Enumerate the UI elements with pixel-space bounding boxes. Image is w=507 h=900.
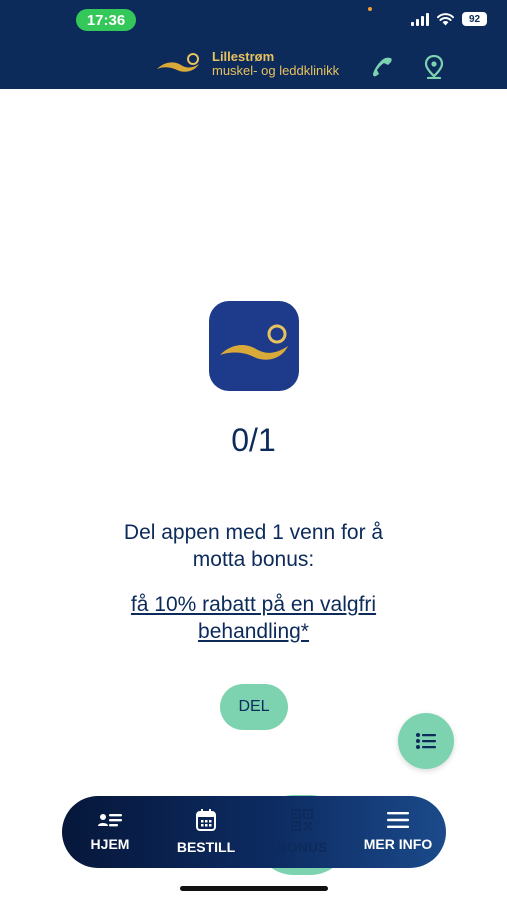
nav-label-bonus: BONUS <box>276 839 328 855</box>
home-indicator[interactable] <box>180 886 328 891</box>
home-card-icon <box>98 814 122 827</box>
qr-code-icon <box>291 809 313 831</box>
app-logo-icon <box>209 301 299 391</box>
privacy-indicator <box>368 7 372 11</box>
brand-name: Lillestrøm <box>212 49 275 64</box>
menu-icon <box>387 812 409 828</box>
clinic-logo[interactable]: Lillestrøm muskel- og leddklinikk <box>155 50 339 78</box>
nav-item-bestill[interactable]: BESTILL <box>158 796 254 868</box>
app-header: 17:36 92 Lillestrøm muskel- og leddklini… <box>0 0 507 89</box>
list-icon <box>416 733 436 749</box>
phone-icon[interactable] <box>370 55 394 79</box>
bonus-screen: 17:36 92 Lillestrøm muskel- og leddklini… <box>0 0 507 900</box>
wifi-icon <box>437 12 454 25</box>
nav-item-mer-info[interactable]: MER INFO <box>350 796 446 868</box>
bottom-navigation: HJEM BESTILL BONUS MER INFO <box>62 796 446 868</box>
status-time: 17:36 <box>76 9 136 31</box>
brand-subtitle: muskel- og leddklinikk <box>212 63 340 78</box>
signal-icon <box>411 12 429 26</box>
nav-label-mer-info: MER INFO <box>363 836 433 852</box>
share-instructions: Del appen med 1 venn for å motta bonus: <box>123 521 384 571</box>
nav-label-bestill: BESTILL <box>176 839 236 855</box>
location-pin-icon[interactable] <box>424 55 444 79</box>
status-icons: 92 <box>411 12 487 26</box>
wave-logo-icon <box>157 53 199 72</box>
referral-counter: 0/1 <box>231 422 276 458</box>
nav-item-bonus[interactable]: BONUS <box>254 796 350 868</box>
bonus-terms-link[interactable]: få 10% rabatt på en valgfri behandling* <box>90 591 417 645</box>
share-button[interactable]: DEL <box>220 684 288 730</box>
nav-item-hjem[interactable]: HJEM <box>62 796 158 868</box>
battery-icon: 92 <box>462 12 487 26</box>
list-fab-button[interactable] <box>398 713 454 769</box>
calendar-icon <box>196 809 216 831</box>
nav-label-hjem: HJEM <box>90 836 130 852</box>
